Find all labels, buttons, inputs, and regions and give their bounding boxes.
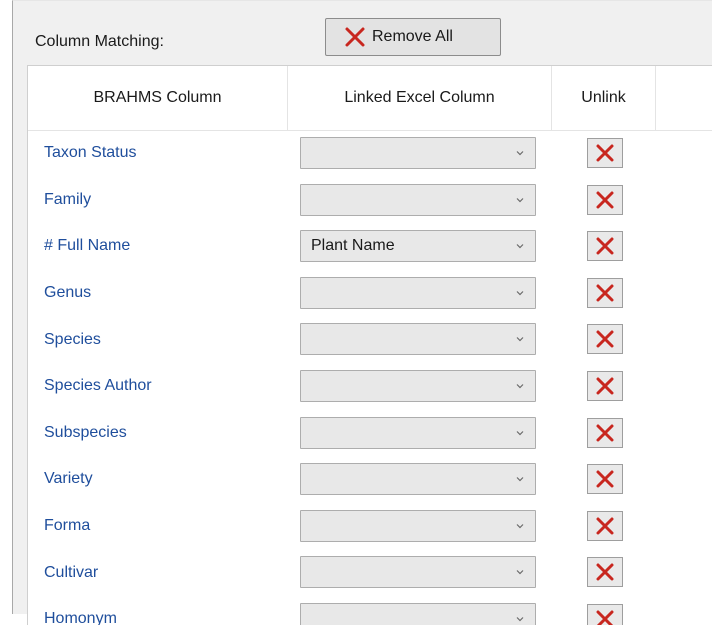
- column-matching-grid: BRAHMS Column Linked Excel Column Unlink…: [27, 65, 712, 625]
- linked-excel-column-dropdown[interactable]: [300, 137, 536, 169]
- grid-rows: Taxon Status Family # Full Name Plant Name G…: [28, 130, 712, 625]
- linked-excel-column-dropdown[interactable]: [300, 323, 536, 356]
- brahms-column-name: Homonym: [44, 610, 117, 625]
- linked-excel-column-dropdown[interactable]: [300, 509, 536, 542]
- brahms-column-name: Cultivar: [44, 563, 99, 581]
- unlink-button[interactable]: [587, 138, 623, 168]
- brahms-column-name: Family: [44, 190, 92, 208]
- column-matching-panel: Column Matching: Remove All BRAHMS Colum…: [12, 0, 712, 625]
- brahms-column-name: Species Author: [44, 377, 152, 395]
- close-icon: [596, 377, 614, 395]
- unlink-button[interactable]: [587, 557, 623, 588]
- table-row: Family: [28, 177, 712, 224]
- chevron-down-icon: [516, 570, 524, 575]
- table-row: # Full Name Plant Name: [28, 223, 712, 270]
- close-icon: [596, 237, 614, 255]
- close-icon: [596, 144, 614, 162]
- table-row: Cultivar: [28, 549, 712, 596]
- grid-header: BRAHMS Column Linked Excel Column Unlink: [28, 66, 712, 131]
- header-linked-excel-column[interactable]: Linked Excel Column: [288, 66, 552, 130]
- brahms-column-name: Taxon Status: [44, 144, 137, 162]
- brahms-column-name: Subspecies: [44, 423, 127, 441]
- linked-excel-column-dropdown[interactable]: [300, 416, 536, 449]
- table-row: Variety: [28, 456, 712, 503]
- chevron-down-icon: [516, 617, 524, 622]
- table-row: Subspecies: [28, 410, 712, 457]
- unlink-button[interactable]: [587, 510, 623, 541]
- close-icon: [596, 191, 614, 209]
- chevron-down-icon: [516, 244, 524, 249]
- unlink-button[interactable]: [587, 184, 623, 215]
- close-icon: [596, 284, 614, 302]
- chevron-down-icon: [516, 430, 524, 435]
- linked-excel-column-dropdown[interactable]: [300, 183, 536, 216]
- close-icon: [596, 470, 614, 488]
- close-icon: [596, 517, 614, 535]
- table-row: Genus: [28, 270, 712, 317]
- close-icon: [596, 330, 614, 348]
- brahms-column-name: Species: [44, 330, 101, 348]
- remove-all-button[interactable]: Remove All: [325, 18, 501, 56]
- unlink-button[interactable]: [587, 603, 623, 625]
- unlink-button[interactable]: [587, 324, 623, 355]
- chevron-down-icon: [516, 477, 524, 482]
- brahms-column-name: Forma: [44, 517, 91, 535]
- unlink-button[interactable]: [587, 277, 623, 308]
- linked-excel-column-dropdown[interactable]: [300, 276, 536, 309]
- chevron-down-icon: [516, 151, 524, 156]
- table-row: Species Author: [28, 363, 712, 410]
- linked-excel-column-dropdown[interactable]: [300, 369, 536, 402]
- toolbar: Column Matching: Remove All: [13, 1, 712, 65]
- brahms-column-name: Genus: [44, 284, 92, 302]
- linked-excel-column-dropdown[interactable]: [300, 556, 536, 589]
- chevron-down-icon: [516, 523, 524, 529]
- brahms-column-name: # Full Name: [44, 237, 131, 255]
- close-icon: [596, 424, 614, 442]
- close-icon: [596, 610, 614, 625]
- table-row: Taxon Status: [28, 130, 712, 177]
- header-unlink[interactable]: Unlink: [552, 66, 656, 130]
- unlink-button[interactable]: [587, 417, 623, 448]
- close-icon: [596, 563, 614, 581]
- unlink-button[interactable]: [587, 231, 623, 262]
- chevron-down-icon: [516, 384, 524, 389]
- remove-all-label: Remove All: [372, 28, 453, 45]
- chevron-down-icon: [516, 197, 524, 202]
- linked-excel-column-dropdown[interactable]: [300, 463, 536, 496]
- dropdown-selected-value: Plant Name: [311, 237, 395, 255]
- close-icon: [345, 27, 365, 47]
- table-row: Forma: [28, 503, 712, 550]
- unlink-button[interactable]: [587, 370, 623, 401]
- column-matching-label: Column Matching:: [35, 33, 164, 50]
- linked-excel-column-dropdown[interactable]: Plant Name: [300, 230, 536, 263]
- brahms-column-name: Variety: [44, 470, 93, 488]
- chevron-down-icon: [516, 337, 524, 342]
- unlink-button[interactable]: [587, 464, 623, 495]
- header-brahms-column[interactable]: BRAHMS Column: [28, 66, 288, 130]
- chevron-down-icon: [516, 290, 524, 296]
- table-row: Species: [28, 316, 712, 363]
- table-row: Homonym: [28, 596, 712, 625]
